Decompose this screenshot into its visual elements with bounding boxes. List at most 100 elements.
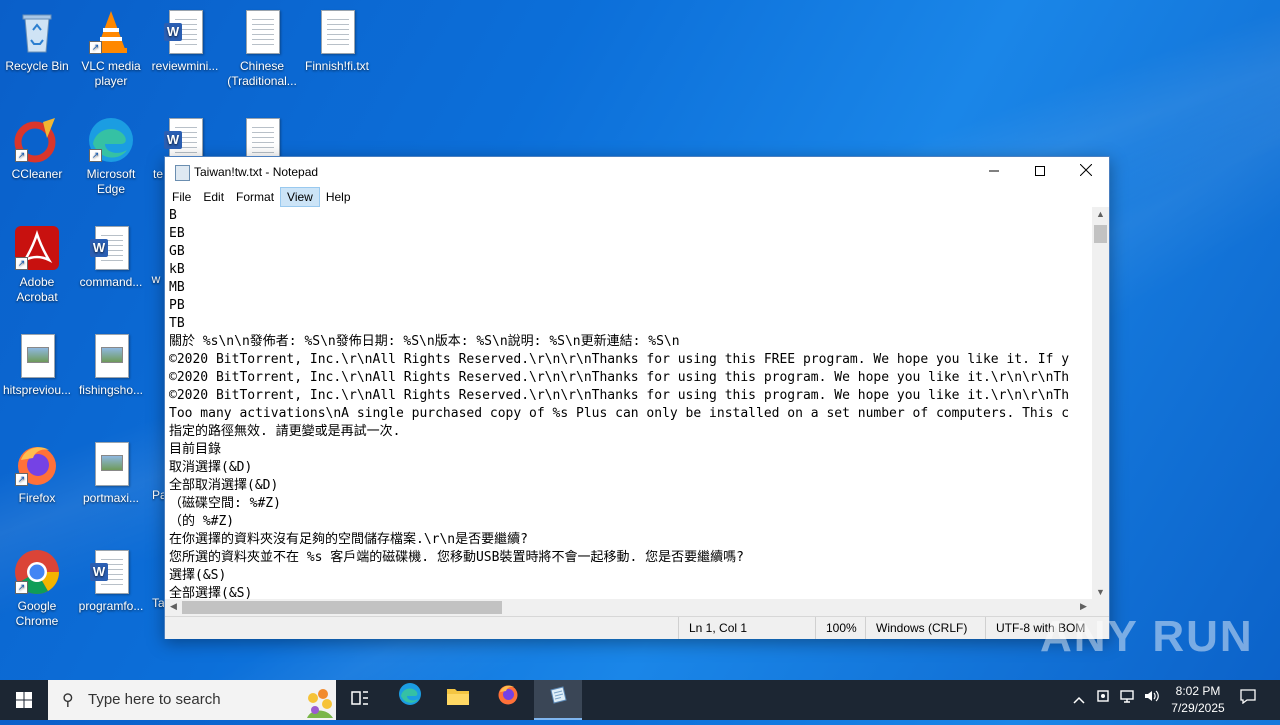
show-hidden-icons[interactable]: [1068, 680, 1090, 720]
desktop-icon-portmaxi[interactable]: portmaxi...: [74, 440, 148, 506]
image-file-icon: [87, 332, 135, 380]
word-document-icon: W: [87, 224, 135, 272]
window-title: Taiwan!tw.txt - Notepad: [194, 165, 319, 179]
menu-bar: File Edit Format View Help: [165, 187, 1109, 207]
start-button[interactable]: [0, 680, 48, 720]
editor-line: EB: [169, 226, 185, 241]
scroll-down-icon[interactable]: ▼: [1092, 587, 1109, 597]
volume-icon: [1145, 690, 1159, 702]
anyrun-watermark: ANY RUN: [1040, 612, 1254, 661]
search-highlight-icon: [307, 689, 333, 718]
edge-icon: [399, 683, 421, 705]
desktop-icon-w[interactable]: w: [148, 272, 164, 287]
taskbar-file-explorer[interactable]: [434, 680, 482, 720]
minimize-button[interactable]: [971, 157, 1017, 187]
maximize-button[interactable]: [1017, 157, 1063, 187]
editor-line: 選擇(&S): [169, 568, 227, 583]
close-button[interactable]: [1063, 157, 1109, 187]
desktop-icon-hitspreview[interactable]: hitspreviou...: [0, 332, 74, 398]
tray-network[interactable]: [1116, 680, 1138, 720]
scroll-right-icon[interactable]: ▶: [1075, 601, 1092, 612]
horizontal-scrollbar[interactable]: ◀ ▶: [165, 599, 1092, 616]
desktop-icon-programfo[interactable]: W programfo...: [74, 548, 148, 614]
editor-line: kB: [169, 262, 185, 277]
image-file-icon: [87, 440, 135, 488]
vlc-icon: ↗: [87, 8, 135, 56]
task-view-icon: [351, 691, 368, 705]
editor-line: （磁碟空間: %#Z): [169, 496, 281, 511]
clock-date: 7/29/2025: [1171, 701, 1225, 715]
acrobat-icon: ↗: [13, 224, 61, 272]
tray-volume[interactable]: [1140, 680, 1162, 720]
desktop-icon-finnish-txt[interactable]: Finnish!fi.txt: [300, 8, 374, 74]
taskbar-search[interactable]: ⚲ Type here to search: [48, 680, 336, 720]
editor-line: PB: [169, 298, 185, 313]
text-file-icon: [313, 8, 361, 56]
taskbar-edge[interactable]: [386, 680, 434, 720]
notification-icon: [1240, 689, 1256, 705]
scroll-up-icon[interactable]: ▲: [1092, 209, 1109, 219]
editor-line: 全部取消選擇(&D): [169, 478, 279, 493]
editor-line: 全部選擇(&S): [169, 586, 253, 599]
status-line-ending: Windows (CRLF): [865, 617, 976, 639]
editor-line: MB: [169, 280, 185, 295]
firefox-icon: [498, 685, 518, 705]
firefox-icon: ↗: [13, 440, 61, 488]
notification-center-button[interactable]: [1234, 680, 1262, 720]
desktop-icon-ccleaner[interactable]: ↗ CCleaner: [0, 116, 74, 182]
maximize-icon: [1035, 166, 1045, 176]
editor-line: Too many activations\nA single purchased…: [169, 406, 1070, 421]
vertical-scroll-thumb[interactable]: [1094, 225, 1107, 243]
menu-view[interactable]: View: [280, 187, 320, 207]
text-file-icon: [238, 8, 286, 56]
menu-format[interactable]: Format: [230, 187, 280, 207]
menu-edit[interactable]: Edit: [197, 187, 230, 207]
chrome-icon: ↗: [13, 548, 61, 596]
minimize-icon: [989, 170, 999, 172]
word-document-icon: W: [161, 8, 209, 56]
desktop-icon-ta[interactable]: Ta: [152, 596, 164, 611]
image-file-icon: [13, 332, 61, 380]
taskbar-notepad[interactable]: [534, 680, 582, 720]
desktop-icon-reviewmini[interactable]: W reviewmini...: [148, 8, 222, 74]
text-editor[interactable]: B EB GB kB MB PB TB 關於 %s\n\n發佈者: %S\n發佈日期: %S\…: [165, 207, 1092, 599]
desktop-icon-adobe-acrobat[interactable]: ↗ Adobe Acrobat: [0, 224, 74, 305]
menu-file[interactable]: File: [166, 187, 197, 207]
task-view-button[interactable]: [336, 680, 384, 720]
status-zoom: 100%: [815, 617, 866, 639]
editor-line: 您所選的資料夾並不在 %s 客戶端的磁碟機. 您移動USB裝置時將不會一起移動.…: [169, 550, 744, 565]
editor-line: ©2020 BitTorrent, Inc.\r\nAll Rights Res…: [169, 370, 1070, 385]
ccleaner-icon: ↗: [13, 116, 61, 164]
editor-line: 取消選擇(&D): [169, 460, 253, 475]
search-placeholder: Type here to search: [88, 691, 221, 708]
editor-line: 目前目錄: [169, 442, 222, 457]
desktop-icon-pa[interactable]: Pa: [152, 488, 164, 503]
vertical-scrollbar[interactable]: ▲ ▼: [1092, 207, 1109, 599]
horizontal-scroll-thumb[interactable]: [182, 601, 502, 614]
chevron-up-icon: [1073, 696, 1085, 704]
desktop-icon-firefox[interactable]: ↗ Firefox: [0, 440, 74, 506]
recycle-bin-icon: [13, 8, 61, 56]
desktop-icon-recycle-bin[interactable]: Recycle Bin: [0, 8, 74, 74]
desktop-icon-chinese-traditional[interactable]: Chinese (Traditional...: [225, 8, 299, 89]
close-icon: [1079, 163, 1093, 177]
desktop-icon-vlc[interactable]: ↗ VLC media player: [74, 8, 148, 89]
title-bar[interactable]: Taiwan!tw.txt - Notepad: [165, 157, 1109, 187]
desktop-icon-fishingsho[interactable]: fishingsho...: [74, 332, 148, 398]
scroll-left-icon[interactable]: ◀: [165, 601, 182, 612]
taskbar-firefox[interactable]: [484, 680, 532, 720]
search-icon: ⚲: [62, 692, 74, 709]
notepad-window[interactable]: Taiwan!tw.txt - Notepad File Edit Format Vi…: [164, 156, 1110, 639]
desktop-icon-command[interactable]: W command...: [74, 224, 148, 290]
menu-help[interactable]: Help: [320, 187, 357, 207]
notepad-icon: [175, 165, 190, 181]
tray-network-warning[interactable]: [1092, 680, 1114, 720]
status-position: Ln 1, Col 1: [678, 617, 809, 639]
clock-time: 8:02 PM: [1175, 684, 1221, 698]
editor-line: 關於 %s\n\n發佈者: %S\n發佈日期: %S\n版本: %S\n說明: …: [169, 334, 680, 349]
desktop-icon-microsoft-edge[interactable]: ↗ Microsoft Edge: [74, 116, 148, 197]
desktop-icon-google-chrome[interactable]: ↗ Google Chrome: [0, 548, 74, 629]
network-icon: [1120, 690, 1134, 703]
clock[interactable]: 8:02 PM 7/29/2025: [1160, 683, 1236, 717]
editor-line: B: [169, 208, 177, 223]
